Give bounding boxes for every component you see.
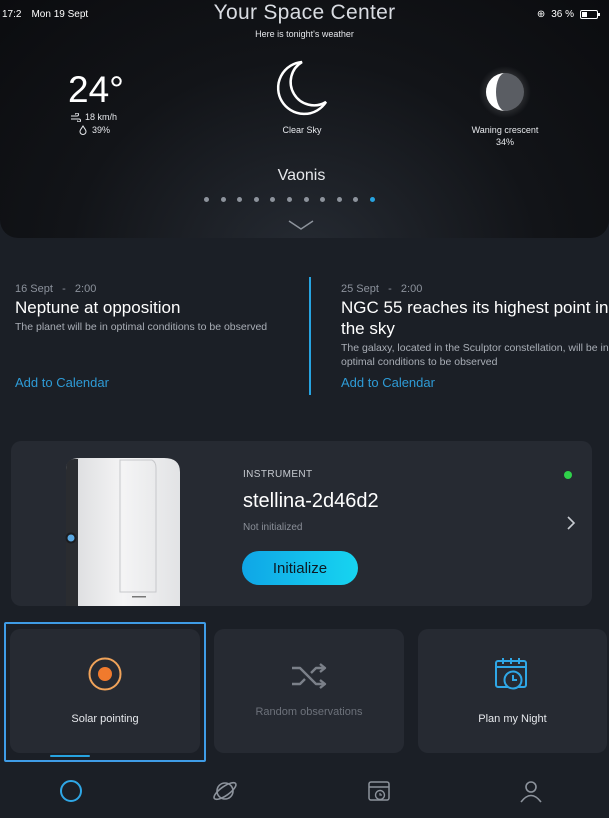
page-title: Your Space Center <box>213 1 396 24</box>
event-divider <box>309 277 311 395</box>
page-dot[interactable] <box>270 197 276 202</box>
location-name: Vaonis <box>277 167 326 184</box>
page-dot[interactable] <box>253 197 259 202</box>
sky-condition: Clear Sky <box>282 125 322 135</box>
moon-phase-percent: 34% <box>495 137 514 147</box>
page-dot[interactable] <box>369 197 375 202</box>
humidity-icon <box>79 125 87 135</box>
add-to-calendar-link[interactable]: Add to Calendar <box>15 375 109 390</box>
page-subtitle: Here is tonight's weather <box>255 29 354 39</box>
page-dot[interactable] <box>286 197 292 202</box>
calendar-clock-icon <box>495 658 527 690</box>
moon-phase-label: Waning crescent <box>471 125 539 135</box>
wind-icon <box>71 112 81 122</box>
page-indicator[interactable] <box>204 197 375 202</box>
random-observations-tile[interactable]: Random observations <box>214 629 404 753</box>
calendar-icon[interactable] <box>366 778 392 804</box>
chevron-down-icon[interactable] <box>287 219 315 231</box>
event-date: 25 Sept - 2:00 <box>341 283 423 295</box>
moon-phase-icon <box>479 66 531 118</box>
page-dot[interactable] <box>220 197 226 202</box>
event-card-2: 25 Sept - 2:00 NGC 55 reaches its highes… <box>341 283 609 369</box>
page-dot[interactable] <box>237 197 243 202</box>
page-dot[interactable] <box>353 197 359 202</box>
page-dot[interactable] <box>303 197 309 202</box>
weather-hero: 17:2 Mon 19 Sept ⊕ 36 % Your Space Center… <box>0 0 609 238</box>
crescent-moon-icon <box>276 60 328 116</box>
wind-row: 18 km/h <box>70 112 117 122</box>
temperature-value: 24° <box>68 69 124 110</box>
event-title: NGC 55 reaches its highest point in the … <box>341 298 609 338</box>
humidity-row: 39% <box>78 125 110 135</box>
event-description: The galaxy, located in the Sculptor cons… <box>341 342 609 368</box>
planet-icon[interactable] <box>212 778 238 804</box>
instrument-status: Not initialized <box>243 522 303 533</box>
humidity-value: 39% <box>92 125 111 135</box>
event-title: Neptune at opposition <box>15 298 181 317</box>
event-date: 16 Sept - 2:00 <box>15 283 97 295</box>
random-observations-label: Random observations <box>255 706 363 718</box>
telescope-image <box>65 458 180 606</box>
profile-icon[interactable] <box>518 778 544 804</box>
chevron-right-icon[interactable] <box>566 515 576 531</box>
wind-value: 18 km/h <box>85 112 118 122</box>
home-icon[interactable] <box>58 778 84 804</box>
plan-my-night-label: Plan my Night <box>478 713 547 725</box>
selection-frame <box>4 622 206 762</box>
page-dot[interactable] <box>204 197 209 202</box>
online-status-dot <box>564 471 572 479</box>
event-card-1: 16 Sept - 2:00 Neptune at opposition The… <box>15 283 285 334</box>
page-dot[interactable] <box>320 197 326 202</box>
nav-active-indicator <box>50 755 90 757</box>
instrument-label: INSTRUMENT <box>243 469 313 480</box>
plan-my-night-tile[interactable]: Plan my Night <box>418 629 607 753</box>
initialize-button[interactable]: Initialize <box>242 551 358 585</box>
page-dot[interactable] <box>336 197 342 202</box>
shuffle-icon <box>292 663 327 689</box>
add-to-calendar-link[interactable]: Add to Calendar <box>341 375 435 390</box>
event-description: The planet will be in optimal conditions… <box>15 321 268 333</box>
instrument-name: stellina-2d46d2 <box>243 490 379 512</box>
